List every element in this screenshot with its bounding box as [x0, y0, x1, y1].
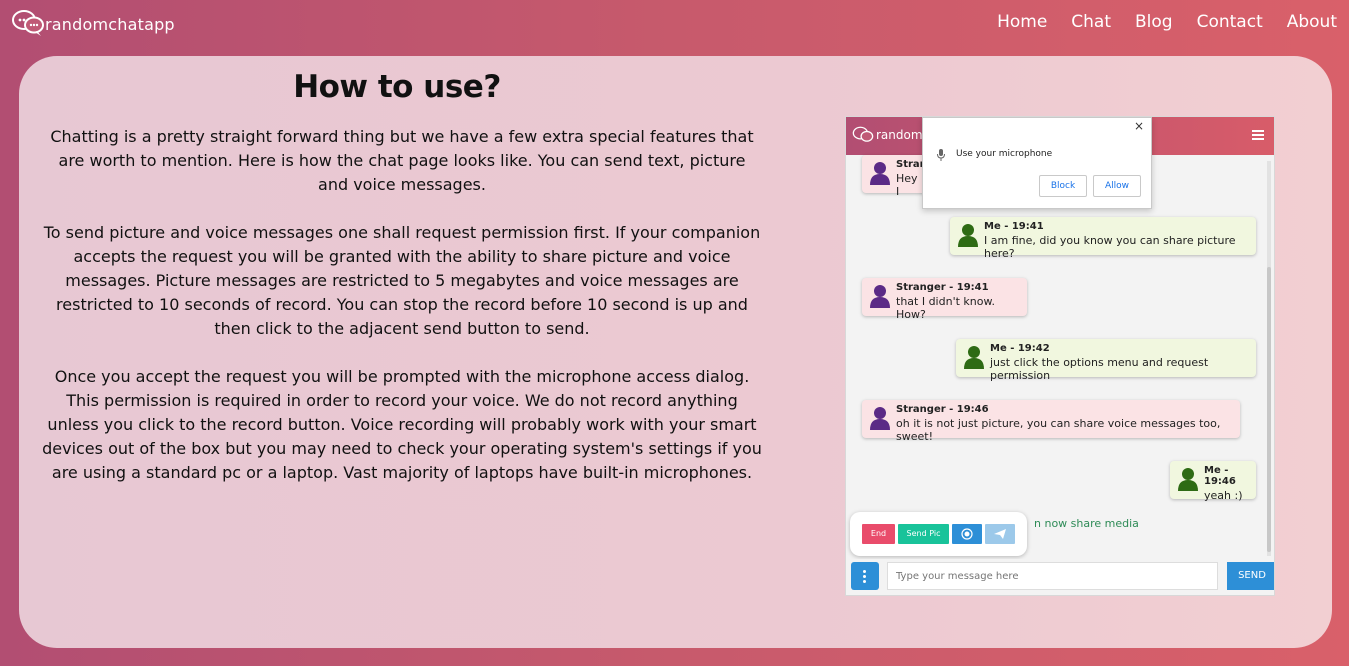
message-me: Me - 19:46 yeah :) [1170, 461, 1256, 502]
user-avatar-icon [870, 162, 890, 185]
user-avatar-icon [964, 346, 984, 369]
end-button[interactable]: End [862, 524, 895, 544]
send-voice-button[interactable] [985, 524, 1015, 544]
chat-bubbles-logo-icon [11, 9, 45, 37]
message-composer: SEND [846, 559, 1274, 595]
main-nav: Home Chat Blog Contact About [973, 12, 1337, 32]
paragraph-permissions: To send picture and voice messages one s… [43, 223, 761, 338]
record-button[interactable] [952, 524, 982, 544]
block-button[interactable]: Block [1039, 175, 1087, 197]
user-avatar-icon [870, 407, 890, 430]
brand-name: randomchatapp [45, 14, 175, 34]
message-stranger: Stranger - 19:46 oh it is not just pictu… [862, 400, 1240, 443]
media-permission-note: n now share media [1034, 517, 1139, 530]
nav-chat[interactable]: Chat [1071, 12, 1111, 32]
chat-page-screenshot: randomc Stran Hey I × Use your microphon… [845, 116, 1275, 596]
top-navbar: randomchatapp Home Chat Blog Contact Abo… [0, 0, 1349, 46]
message-me: Me - 19:41 I am fine, did you know you c… [950, 217, 1256, 260]
user-avatar-icon [958, 224, 978, 247]
message-stranger: Stranger - 19:41 that I didn't know. How… [862, 278, 1027, 321]
options-toggle-button[interactable] [851, 562, 879, 590]
chat-scrollbar [1267, 161, 1271, 556]
send-button[interactable]: SEND [1227, 562, 1274, 590]
message-me: Me - 19:42 just click the options menu a… [956, 339, 1256, 382]
permission-text: Use your microphone [956, 149, 1053, 159]
allow-button[interactable]: Allow [1093, 175, 1141, 197]
record-icon [961, 528, 973, 540]
how-to-article: How to use? Chatting is a pretty straigh… [19, 56, 775, 509]
close-icon[interactable]: × [1134, 119, 1144, 133]
chat-brand: randomc [852, 126, 929, 144]
telegram-send-icon [994, 529, 1006, 539]
microphone-permission-dialog: × Use your microphone Block Allow [922, 117, 1152, 209]
page-title: How to use? [293, 69, 501, 105]
chat-bubbles-logo-icon [852, 126, 874, 142]
hamburger-icon [1252, 130, 1264, 140]
paragraph-intro: Chatting is a pretty straight forward th… [50, 127, 754, 194]
paragraph-microphone: Once you accept the request you will be … [42, 367, 762, 482]
content-card: How to use? Chatting is a pretty straigh… [19, 56, 1332, 648]
nav-contact[interactable]: Contact [1197, 12, 1263, 32]
user-avatar-icon [870, 285, 890, 308]
message-input[interactable] [887, 562, 1218, 590]
user-avatar-icon [1178, 468, 1198, 491]
nav-blog[interactable]: Blog [1135, 12, 1173, 32]
microphone-icon [937, 149, 945, 161]
nav-about[interactable]: About [1287, 12, 1337, 32]
send-pic-button[interactable]: Send Pic [898, 524, 949, 544]
brand-link[interactable]: randomchatapp [11, 9, 175, 37]
nav-home[interactable]: Home [997, 12, 1047, 32]
options-menu: End Send Pic [850, 512, 1027, 556]
